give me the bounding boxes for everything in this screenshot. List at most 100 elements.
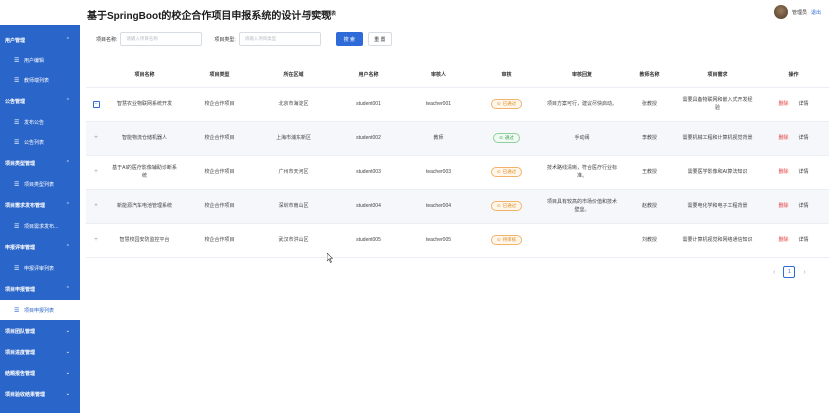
expand-toggle-icon[interactable]: + [94, 135, 98, 141]
clock-icon: ⊙ [496, 237, 501, 242]
sidebar-group-18[interactable]: 结题报告管理 ⌄ [0, 363, 80, 383]
user-name[interactable]: 管理员 [792, 9, 807, 16]
cell-user: student003 [356, 169, 381, 175]
delete-button[interactable]: 删除 [778, 101, 788, 107]
chevron-down-icon: ⌄ [65, 370, 70, 376]
app-title: 基于SpringBoot的校企合作项目申报系统的设计与实现 [87, 11, 332, 22]
menu-list-icon: ☰ [14, 77, 20, 84]
sidebar-group-16[interactable]: 项目团队管理 ⌄ [0, 321, 80, 341]
cell-reviewer: teacher004 [425, 203, 452, 209]
table-row[interactable]: + 智能物流仓储机器人 校企合作项目 上海市浦东新区 student002 教师 ⊙ 通过 手动… [86, 121, 829, 156]
chevron-up-icon: ⌃ [65, 37, 70, 43]
search-button[interactable]: 搜 索 [335, 32, 363, 46]
delete-button[interactable]: 删除 [778, 135, 788, 141]
sidebar-label: 发布公告 [24, 119, 45, 126]
project-name-input[interactable]: 请输入项目名称 [120, 32, 203, 46]
mouse-cursor-icon [327, 253, 333, 263]
detail-button[interactable]: 详情 [799, 101, 809, 107]
sidebar-label: 用户管理 [5, 37, 26, 44]
delete-button[interactable]: 删除 [778, 237, 788, 243]
sidebar-label: 结题报告管理 [5, 370, 36, 377]
delete-button[interactable]: 删除 [778, 203, 788, 209]
cell-reviewer: 教师 [433, 135, 444, 141]
cell-reviewer: teacher003 [425, 169, 452, 175]
sidebar-item-7[interactable]: ☰ 公告列表 [0, 132, 80, 152]
cell-need: 需要机械工程和计算机视觉背景 [682, 135, 753, 141]
cell-need: 需要医学影像和AI算法知识 [687, 169, 748, 175]
expand-toggle-icon[interactable]: + [94, 169, 98, 175]
search-bar: 项目名称: 请输入项目名称 项目类型: 请输入项目类型 搜 索 重 置 [86, 30, 392, 48]
detail-button[interactable]: 详情 [799, 169, 809, 175]
table-row[interactable]: + 基于AI的医疗影像辅助诊断系统 校企合作项目 广州市天河区 student003 te… [86, 155, 829, 190]
expand-toggle-icon[interactable]: + [94, 203, 98, 209]
sidebar-item-13[interactable]: ☰ 申报评审列表 [0, 258, 80, 278]
column-header: 审核人 [406, 62, 471, 88]
cell-user: student001 [356, 101, 381, 107]
prev-page-button[interactable]: ‹ [773, 269, 775, 276]
status-text: 已通过 [502, 169, 517, 174]
cell-teacher: 张教授 [641, 101, 657, 107]
sidebar-label: 项目验收结果管理 [5, 391, 46, 398]
chevron-down-icon: ⌄ [65, 391, 70, 397]
table-row[interactable]: − 智慧农业物联网系统开发 校企合作项目 北京市海淀区 student001 teache… [86, 87, 829, 122]
project-type-input[interactable]: 请输入项目类型 [238, 32, 321, 46]
status-badge: ⊙ 已通过 [490, 167, 523, 177]
sidebar-item-9[interactable]: ☰ 项目类型列表 [0, 174, 80, 194]
cell-area: 武汉市洪山区 [278, 237, 309, 243]
status-badge: ⊙ 通过 [493, 133, 520, 143]
detail-button[interactable]: 详情 [799, 237, 809, 243]
chevron-up-icon: ⌃ [65, 244, 70, 250]
cell-reviewer: teacher001 [425, 101, 452, 107]
status-text: 已通过 [502, 203, 517, 208]
table-row[interactable]: + 智慧校园安防监控平台 校企合作项目 武汉市洪山区 student005 teacher… [86, 223, 829, 258]
clock-icon: ⊙ [496, 169, 501, 174]
cell-reply: 技术路线清晰，符合医疗行业标准。 [546, 165, 617, 179]
cell-user: student002 [356, 135, 381, 141]
cell-area: 上海市浦东新区 [275, 135, 311, 141]
sidebar-label: 项目申报列表 [24, 307, 55, 314]
cell-teacher: 李教授 [641, 135, 657, 141]
delete-button[interactable]: 删除 [778, 169, 788, 175]
breadcrumb: 项目申报列表 [306, 11, 337, 17]
expand-toggle-icon[interactable]: − [92, 101, 100, 108]
detail-button[interactable]: 详情 [799, 135, 809, 141]
status-text: 待审核 [502, 237, 517, 242]
sidebar-item-3[interactable]: ☰ 用户编辑 [0, 50, 80, 70]
check-circle-icon: ⊙ [499, 135, 503, 140]
sidebar-group-5[interactable]: 公告管理 ⌃ [0, 91, 80, 111]
project-name-label: 项目名称: [96, 36, 118, 43]
clock-icon: ⊙ [496, 101, 501, 106]
menu-list-icon: ☰ [14, 139, 20, 146]
chevron-up-icon: ⌃ [65, 202, 70, 208]
next-page-button[interactable]: › [803, 269, 805, 276]
avatar[interactable] [773, 5, 788, 19]
logout-link[interactable]: 退出 [811, 9, 821, 16]
cell-type: 校企合作项目 [204, 169, 235, 175]
sidebar-group-8[interactable]: 项目类型管理 ⌃ [0, 153, 80, 173]
cell-reply: 项目具有较高的市场价值和技术壁垒。 [546, 199, 617, 213]
status-badge: ⊙ 已通过 [490, 99, 523, 109]
sidebar-item-4[interactable]: ☰ 教师端列表 [0, 70, 80, 90]
sidebar-item-11[interactable]: ☰ 项目需求发布... [0, 216, 80, 236]
column-header: 项目需求 [677, 62, 758, 88]
table-row[interactable]: + 新能源汽车电池管理系统 校企合作项目 深圳市南山区 student004 teache… [86, 189, 829, 224]
sidebar-group-19[interactable]: 项目验收结果管理 ⌄ [0, 384, 80, 404]
sidebar-group-17[interactable]: 项目进度管理 ⌄ [0, 342, 80, 362]
cell-reply: 手动阀 [574, 135, 590, 141]
sidebar-group-12[interactable]: 申报评审管理 ⌃ [0, 237, 80, 257]
sidebar-item-15[interactable]: ☰ 项目申报列表 [0, 300, 80, 320]
expand-toggle-icon[interactable]: + [94, 237, 98, 243]
chevron-down-icon: ⌄ [65, 328, 70, 334]
column-header: 用户名称 [331, 62, 406, 88]
detail-button[interactable]: 详情 [799, 203, 809, 209]
sidebar-item-6[interactable]: ☰ 发布公告 [0, 112, 80, 132]
reset-button[interactable]: 重 置 [367, 32, 392, 46]
column-header: 教师名称 [622, 62, 677, 88]
sidebar-group-10[interactable]: 项目需求发布管理 ⌃ [0, 195, 80, 215]
menu-list-icon: ☰ [14, 265, 20, 272]
sidebar-label: 申报评审管理 [5, 244, 36, 251]
sidebar-label: 项目团队管理 [5, 328, 36, 335]
page-1-button[interactable]: 1 [783, 266, 796, 278]
sidebar-group-14[interactable]: 项目申报管理 ⌃ [0, 279, 80, 299]
sidebar-group-2[interactable]: 用户管理 ⌃ [0, 30, 80, 50]
